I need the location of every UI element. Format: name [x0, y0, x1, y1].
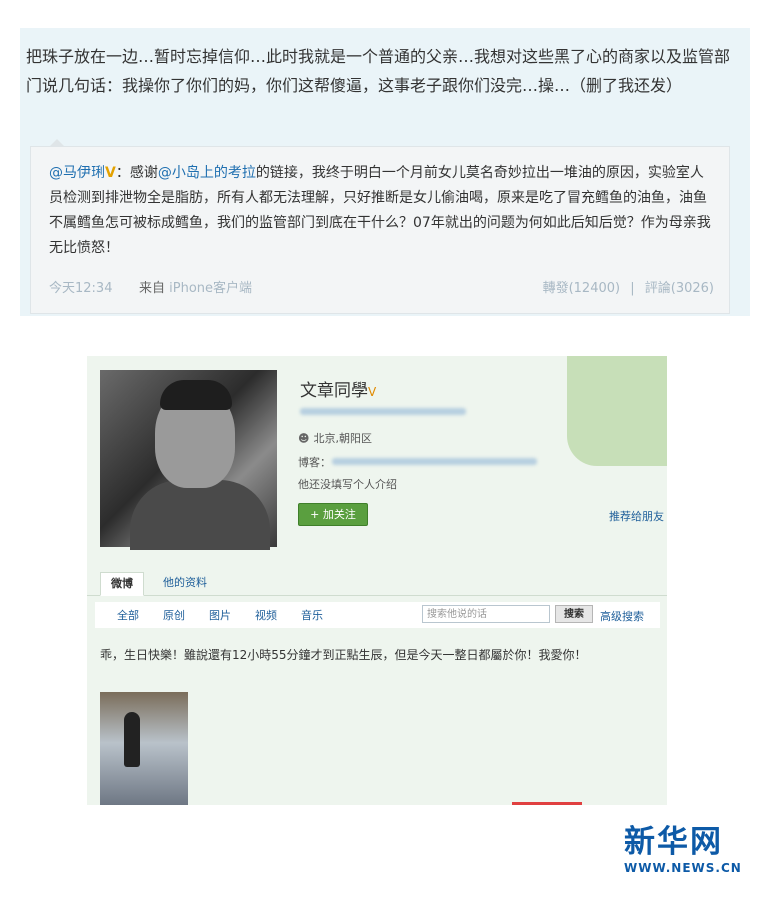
avatar[interactable] [100, 370, 277, 550]
repost-actions: 轉發(12400) | 評論(3026) [537, 277, 714, 296]
repost-arrow [49, 139, 65, 147]
tab-his-info[interactable]: 他的资料 [153, 572, 217, 594]
repost-meta: 今天12:34 来自 iPhone客户端 轉發(12400) | 評論(3026… [49, 277, 714, 297]
tweet-text: 乖，生日快樂！雖說還有12小時55分鐘才到正點生辰，但是今天一整日都屬於你！我愛… [100, 648, 587, 662]
filter-all[interactable]: 全部 [117, 607, 139, 623]
post-text: 把珠子放在一边…暂时忘掉信仰…此时我就是一个普通的父亲…我想对这些黑了心的商家以… [26, 47, 731, 95]
blurred-blog-link[interactable] [332, 458, 537, 465]
avatar-hair [160, 380, 232, 410]
tweet-photo[interactable] [100, 692, 188, 805]
repost-mention-link[interactable]: @小岛上的考拉 [158, 165, 256, 181]
tab-weibo[interactable]: 微博 [100, 572, 144, 596]
comment-link[interactable]: 評論(3026) [645, 281, 714, 296]
weibo-post-card: 把珠子放在一边…暂时忘掉信仰…此时我就是一个普通的父亲…我想对这些黑了心的商家以… [20, 28, 750, 316]
advanced-search-link[interactable]: 高级搜索 [600, 608, 644, 624]
repost-time-link[interactable]: 今天12:34 [49, 277, 112, 296]
profile-name-text: 文章同學 [300, 381, 368, 401]
avatar-body [130, 480, 270, 550]
intro-text: 他还没填写个人介绍 [298, 478, 397, 491]
filter-images[interactable]: 图片 [209, 607, 231, 623]
puzzle-decoration [567, 356, 667, 466]
repost-text-mid: ：感谢 [115, 165, 158, 181]
location-row: ☻ 北京,朝阳区 [298, 430, 372, 446]
blurred-url [300, 408, 466, 415]
child-figure [124, 712, 140, 767]
follow-button[interactable]: + 加关注 [298, 503, 368, 526]
verified-v-icon: V [105, 165, 116, 181]
location-text: 北京,朝阳区 [313, 432, 372, 445]
filter-original[interactable]: 原创 [163, 607, 185, 623]
repost-box: @马伊琍V：感谢@小岛上的考拉的链接，我终于明白一个月前女儿莫名奇妙拉出一堆油的… [30, 139, 730, 314]
repost-author-link[interactable]: @马伊琍 [49, 165, 105, 181]
cropped-red-marks [512, 802, 582, 805]
filter-videos[interactable]: 视频 [255, 607, 277, 623]
source-link[interactable]: iPhone客户端 [169, 281, 252, 296]
repost-source: 来自 iPhone客户端 [139, 277, 252, 296]
source-label: 来自 [139, 281, 166, 296]
feed-filter-bar: 全部 原创 图片 视频 音乐 搜索他说的话 搜索 高级搜索 [95, 602, 660, 628]
profile-screenshot: 文章同學V ☻ 北京,朝阳区 博客： 他还没填写个人介绍 + 加关注 推荐给朋友 … [87, 356, 667, 805]
blog-label: 博客： [298, 456, 331, 469]
verified-v-icon: V [368, 385, 377, 399]
repost-text: @马伊琍V：感谢@小岛上的考拉的链接，我终于明白一个月前女儿莫名奇妙拉出一堆油的… [49, 161, 714, 261]
blog-row: 博客： [298, 454, 331, 470]
search-button[interactable]: 搜索 [555, 605, 593, 623]
action-divider: | [630, 281, 635, 296]
filter-music[interactable]: 音乐 [301, 607, 323, 623]
feed-search-input[interactable]: 搜索他说的话 [422, 605, 550, 623]
profile-name: 文章同學V [300, 376, 376, 401]
profile-tabs: 微博 他的资料 [87, 567, 667, 596]
forward-link[interactable]: 轉發(12400) [543, 281, 621, 296]
xinhua-url: WWW.NEWS.CN [624, 861, 742, 875]
xinhua-logo: 新华网 [624, 824, 723, 860]
person-icon: ☻ [298, 432, 310, 445]
recommend-link[interactable]: 推荐给朋友 [609, 508, 664, 524]
